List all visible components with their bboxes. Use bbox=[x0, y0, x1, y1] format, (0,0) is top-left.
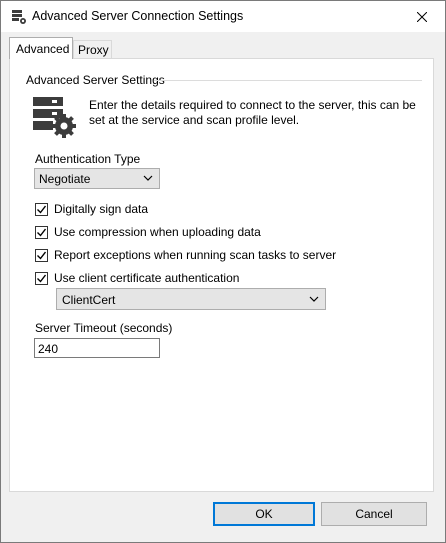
digitally-sign-checkbox[interactable] bbox=[35, 202, 48, 216]
tab-advanced[interactable]: Advanced bbox=[9, 37, 73, 59]
option-report-exceptions[interactable]: Report exceptions when running scan task… bbox=[35, 248, 336, 262]
checkmark-icon bbox=[37, 228, 46, 237]
cancel-button[interactable]: Cancel bbox=[321, 502, 427, 526]
authentication-type-value: Negotiate bbox=[39, 172, 91, 186]
title-bar[interactable]: Advanced Server Connection Settings bbox=[1, 1, 445, 32]
group-divider bbox=[154, 80, 422, 81]
authentication-type-dropdown[interactable]: Negotiate bbox=[34, 168, 160, 189]
close-icon bbox=[417, 11, 427, 22]
group-label: Advanced Server Settings bbox=[26, 73, 171, 87]
option-use-compression[interactable]: Use compression when uploading data bbox=[35, 225, 261, 239]
chevron-down-icon bbox=[309, 296, 319, 302]
client-certificate-checkbox[interactable] bbox=[35, 271, 48, 285]
client-certificate-value: ClientCert bbox=[62, 293, 116, 307]
authentication-type-label: Authentication Type bbox=[35, 152, 141, 166]
description-text: Enter the details required to connect to… bbox=[89, 98, 416, 127]
close-button[interactable] bbox=[399, 1, 445, 32]
server-timeout-label: Server Timeout (seconds) bbox=[35, 321, 173, 335]
checkmark-icon bbox=[37, 251, 46, 260]
ok-button[interactable]: OK bbox=[213, 502, 315, 526]
checkmark-icon bbox=[37, 274, 46, 283]
client-certificate-label: Use client certificate authentication bbox=[54, 271, 240, 285]
digitally-sign-label: Digitally sign data bbox=[54, 202, 149, 216]
report-exceptions-label: Report exceptions when running scan task… bbox=[54, 248, 337, 262]
use-compression-checkbox[interactable] bbox=[35, 225, 48, 239]
option-digitally-sign[interactable]: Digitally sign data bbox=[35, 202, 148, 216]
tab-proxy[interactable]: Proxy bbox=[73, 40, 112, 59]
server-settings-icon bbox=[12, 10, 26, 24]
server-gear-icon bbox=[33, 97, 76, 138]
server-timeout-input[interactable]: 240 bbox=[34, 338, 160, 358]
client-certificate-dropdown[interactable]: ClientCert bbox=[56, 288, 326, 310]
window-title: Advanced Server Connection Settings bbox=[32, 9, 244, 23]
report-exceptions-checkbox[interactable] bbox=[35, 248, 48, 262]
use-compression-label: Use compression when uploading data bbox=[54, 225, 261, 239]
checkmark-icon bbox=[37, 205, 46, 214]
option-client-certificate[interactable]: Use client certificate authentication bbox=[35, 271, 239, 285]
chevron-down-icon bbox=[143, 175, 153, 181]
